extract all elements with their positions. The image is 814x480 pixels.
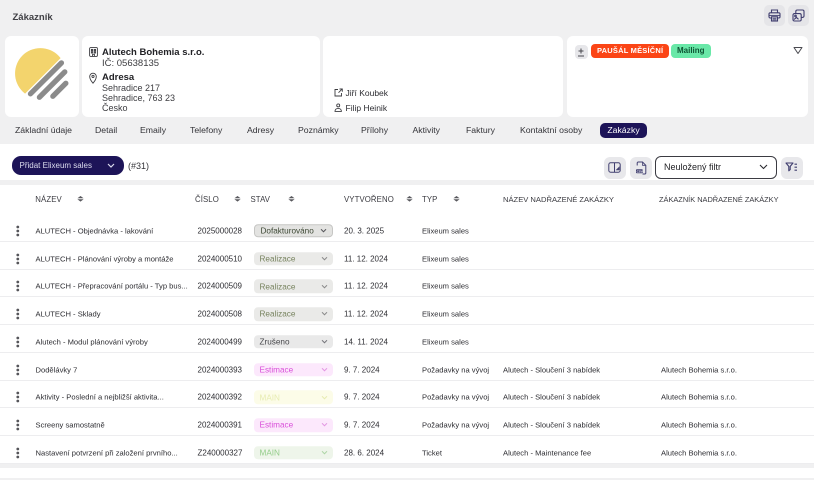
- svg-text:CSV: CSV: [636, 169, 642, 173]
